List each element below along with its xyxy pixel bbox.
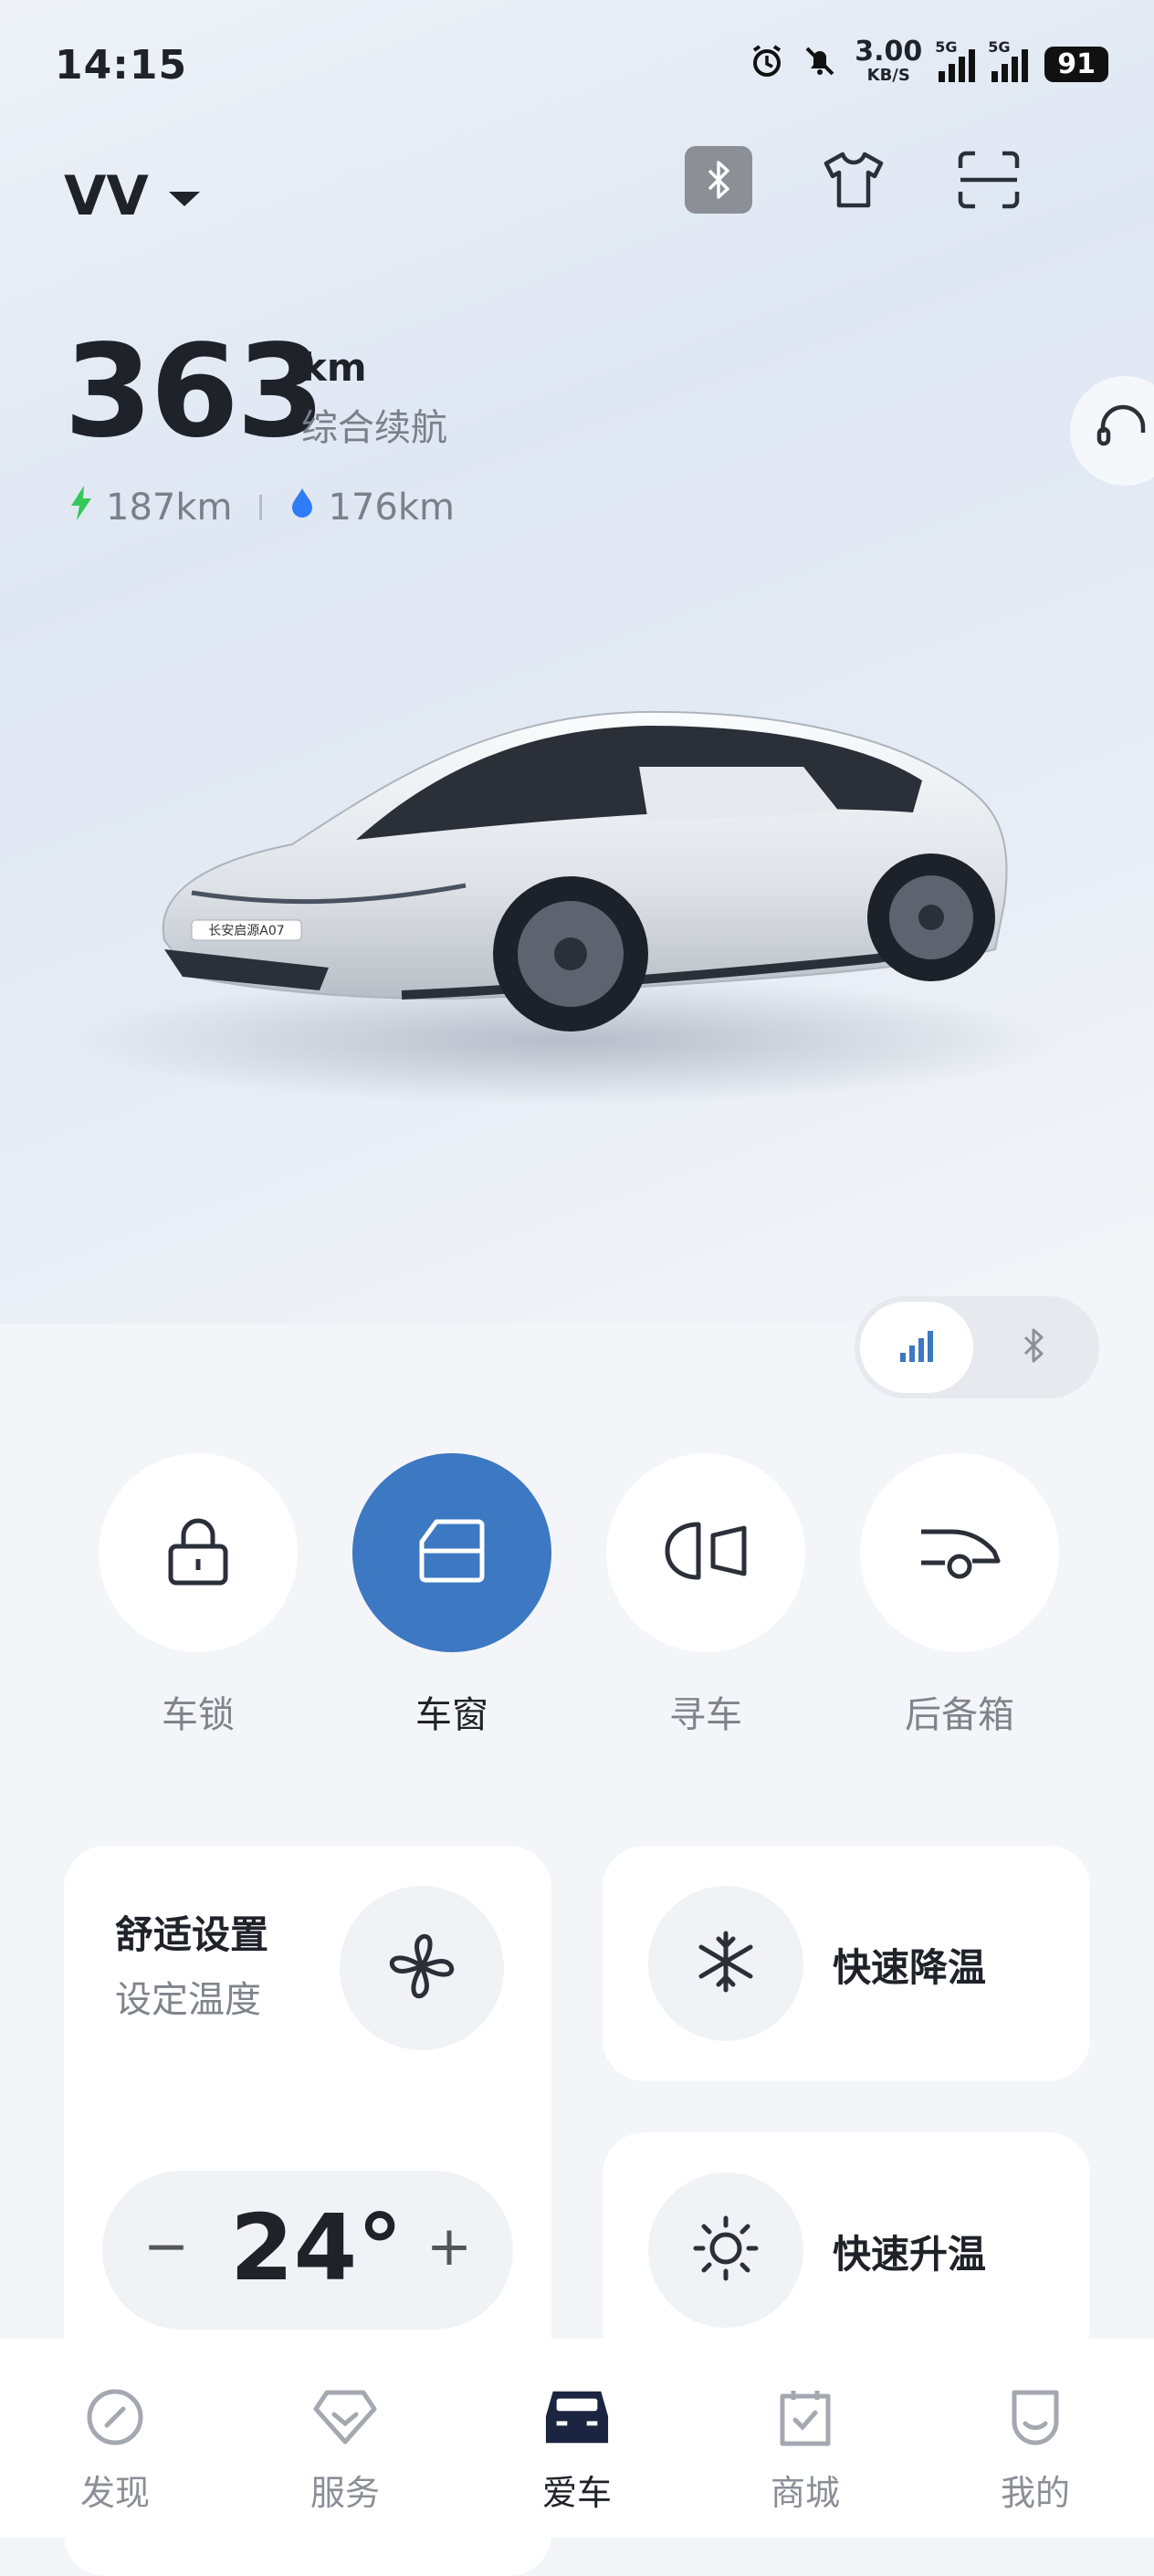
- status-icons: 3.00 KB/S 5G 5G 91: [749, 36, 1108, 88]
- bluetooth-mode-option[interactable]: [1008, 1322, 1059, 1373]
- car-icon: [544, 2384, 610, 2450]
- window-icon: [416, 1516, 488, 1589]
- lightning-icon: [69, 486, 93, 529]
- net-rate-unit: KB/S: [866, 66, 910, 85]
- electric-range: 187km: [106, 487, 233, 529]
- find-car-button[interactable]: [606, 1453, 805, 1652]
- sim1-label: 5G: [935, 38, 958, 56]
- headset-icon: [1096, 402, 1150, 460]
- profile-icon: [1002, 2384, 1068, 2450]
- range-breakdown: 187km 176km: [69, 486, 455, 529]
- tab-label: 商城: [770, 2473, 840, 2513]
- tab-label: 爱车: [541, 2473, 612, 2513]
- tab-my-car[interactable]: 爱车: [504, 2384, 650, 2515]
- battery-indicator: 91: [1044, 46, 1108, 82]
- comfort-subtitle: 设定温度: [115, 1979, 261, 2021]
- trunk-icon: [916, 1519, 1003, 1586]
- tab-profile[interactable]: 我的: [962, 2384, 1108, 2515]
- fan-icon: [385, 1930, 458, 2006]
- net-rate-value: 3.00: [855, 36, 923, 68]
- bluetooth-icon: [1020, 1327, 1047, 1367]
- signal-icon-2: 5G: [988, 38, 1029, 82]
- lock-icon: [163, 1513, 233, 1592]
- fuel-range: 176km: [328, 487, 455, 529]
- control-lock[interactable]: 车锁: [99, 1453, 298, 1738]
- quick-heat-card[interactable]: 快速升温: [603, 2132, 1090, 2368]
- mall-icon: [772, 2384, 838, 2450]
- snowflake-icon: [694, 1930, 758, 1997]
- scan-icon[interactable]: [955, 146, 1023, 214]
- control-find-car[interactable]: 寻车: [606, 1453, 805, 1738]
- signal-icon-1: 5G: [935, 38, 976, 82]
- tab-service[interactable]: 服务: [272, 2384, 418, 2515]
- control-label: 后备箱: [905, 1694, 1014, 1736]
- trunk-button[interactable]: [860, 1453, 1059, 1652]
- control-window[interactable]: 车窗: [352, 1453, 551, 1738]
- temp-decrease-button[interactable]: −: [139, 2215, 194, 2278]
- bluetooth-icon[interactable]: [685, 146, 752, 214]
- vehicle-name: VV: [64, 164, 149, 228]
- network-rate: 3.00 KB/S: [855, 36, 923, 88]
- temperature-control: − 24° +: [102, 2171, 513, 2330]
- range-unit: km: [301, 345, 367, 390]
- discover-icon: [82, 2384, 148, 2450]
- quick-cool-card[interactable]: 快速降温: [603, 1846, 1090, 2081]
- temp-increase-button[interactable]: +: [422, 2215, 477, 2278]
- service-icon: [312, 2384, 378, 2450]
- control-label: 车锁: [162, 1694, 235, 1736]
- control-trunk[interactable]: 后备箱: [860, 1453, 1059, 1738]
- divider: [259, 495, 263, 520]
- quick-cool-label: 快速降温: [833, 1945, 987, 1990]
- control-label: 车窗: [415, 1694, 488, 1736]
- sun-icon: [692, 2215, 760, 2286]
- mute-icon: [802, 43, 838, 86]
- shirt-icon[interactable]: [820, 146, 887, 214]
- control-label: 寻车: [669, 1694, 742, 1736]
- window-button[interactable]: [352, 1453, 551, 1652]
- connection-mode-toggle[interactable]: [855, 1296, 1099, 1398]
- tab-mall[interactable]: 商城: [732, 2384, 878, 2515]
- sim2-label: 5G: [988, 38, 1011, 56]
- fan-button[interactable]: [340, 1886, 504, 2050]
- vehicle-selector[interactable]: VV: [64, 164, 200, 228]
- headlight-icon: [662, 1519, 750, 1586]
- fuel-drop-icon: [289, 487, 315, 529]
- quick-heat-button: [648, 2173, 803, 2328]
- tab-label: 我的: [1000, 2473, 1070, 2513]
- range-label: 综合续航: [301, 407, 447, 449]
- signal-bars-icon: [897, 1327, 937, 1367]
- tab-label: 服务: [309, 2473, 380, 2513]
- network-mode-option[interactable]: [860, 1302, 973, 1393]
- bottom-tab-bar: 发现 服务 爱车 商城 我的: [0, 2339, 1154, 2538]
- tab-label: 发现: [79, 2473, 150, 2513]
- quick-cool-button: [648, 1886, 803, 2041]
- temperature-value: 24°: [230, 2194, 404, 2301]
- comfort-title: 舒适设置: [115, 1912, 269, 1957]
- quick-heat-label: 快速升温: [833, 2232, 987, 2277]
- lock-button[interactable]: [99, 1453, 298, 1652]
- license-plate: 长安启源A07: [208, 924, 284, 938]
- status-time: 14:15: [55, 42, 188, 89]
- chevron-down-icon: [168, 192, 200, 206]
- range-value: 363: [64, 318, 325, 466]
- tab-discover[interactable]: 发现: [42, 2384, 188, 2515]
- alarm-icon: [749, 43, 785, 86]
- car-image: 长安启源A07: [73, 710, 1059, 1105]
